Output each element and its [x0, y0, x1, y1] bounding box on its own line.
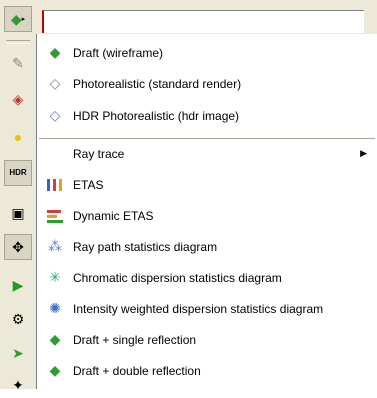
tool-icon: ✦: [12, 377, 24, 393]
submenu-arrow-icon: ▶: [360, 148, 367, 158]
hdr-button[interactable]: HDR: [4, 160, 32, 186]
green-gem-icon: ◆: [10, 11, 22, 27]
hdr-gem-icon: ◇: [49, 107, 61, 123]
menu-item-draft-double[interactable]: ◆ Draft + double reflection: [37, 355, 377, 386]
menu-item-photorealistic[interactable]: ◇ Photorealistic (standard render): [37, 68, 377, 99]
wrench-icon: ✎: [12, 55, 24, 71]
dropdown-arrow-icon: ▸: [21, 15, 26, 23]
draft-gem-icon: ◆: [49, 44, 61, 60]
ray-path-icon: ⁂: [48, 238, 62, 254]
menu-item-chromatic[interactable]: ✳ Chromatic dispersion statistics diagra…: [37, 262, 377, 293]
render-mode-button[interactable]: ◆ ▸: [4, 6, 32, 32]
window-top-strip: [36, 0, 377, 35]
play-icon: ▶: [12, 277, 24, 293]
dynamic-etas-icon: [45, 206, 65, 226]
green-arrow-icon: ➤: [12, 345, 24, 361]
menu-item-label: HDR Photorealistic (hdr image): [73, 108, 240, 123]
menu-item-label: Dynamic ETAS: [73, 208, 154, 223]
camera-button[interactable]: ▣: [4, 200, 32, 226]
photoreal-gem-icon: ◇: [49, 75, 61, 91]
menu-item-label: Intensity weighted dispersion statistics…: [73, 301, 324, 316]
tool-button-1[interactable]: ✎: [4, 50, 32, 76]
menu-item-label: Ray path statistics diagram: [73, 239, 218, 254]
move-icon: ✥: [12, 239, 24, 255]
play-button[interactable]: ▶: [4, 272, 32, 298]
menu-item-draft-single[interactable]: ◆ Draft + single reflection: [37, 324, 377, 355]
menu-item-ray-trace[interactable]: Ray trace ▶: [37, 138, 377, 169]
render-mode-menu: ◆ Draft (wireframe) ◇ Photorealistic (st…: [36, 34, 377, 389]
menu-item-ray-path[interactable]: ⁂ Ray path statistics diagram: [37, 231, 377, 262]
menu-item-label: Ray trace: [73, 146, 125, 161]
etas-icon: [45, 175, 65, 195]
tool-button-6[interactable]: ✦: [4, 372, 32, 398]
tool-button-3[interactable]: ●: [4, 124, 32, 150]
light-icon: ●: [13, 129, 23, 145]
draft-double-icon: ◆: [49, 362, 61, 378]
chromatic-icon: ✳: [49, 269, 61, 285]
move-button[interactable]: ✥: [4, 234, 32, 260]
tool-button-5[interactable]: ➤: [4, 340, 32, 366]
tool-button-4[interactable]: ⚙: [4, 306, 32, 332]
menu-item-label: ETAS: [73, 177, 104, 192]
intensity-icon: ✺: [49, 300, 61, 316]
menu-item-intensity[interactable]: ✺ Intensity weighted dispersion statisti…: [37, 293, 377, 324]
left-toolbar: ◆ ▸ ✎ ◈ ● HDR ▣ ✥ ▶ ⚙ ➤ ✦: [0, 0, 37, 392]
menu-item-draft-wireframe[interactable]: ◆ Draft (wireframe): [37, 37, 377, 68]
menu-item-hdr-photorealistic[interactable]: ◇ HDR Photorealistic (hdr image): [37, 100, 377, 131]
gem-tool-icon: ◈: [12, 91, 24, 107]
camera-icon: ▣: [11, 205, 25, 221]
menu-item-label: Draft + single reflection: [73, 332, 197, 347]
viewport-frame: [42, 10, 364, 33]
tool-button-2[interactable]: ◈: [4, 86, 32, 112]
machine-icon: ⚙: [11, 311, 25, 327]
menu-item-etas[interactable]: ETAS: [37, 169, 377, 200]
toolbar-separator: [6, 40, 30, 44]
menu-item-label: Chromatic dispersion statistics diagram: [73, 270, 282, 285]
menu-item-label: Draft + double reflection: [73, 363, 201, 378]
menu-item-label: Draft (wireframe): [73, 45, 164, 60]
hdr-label: HDR: [9, 168, 27, 177]
menu-item-dynamic-etas[interactable]: Dynamic ETAS: [37, 200, 377, 231]
draft-single-icon: ◆: [49, 331, 61, 347]
menu-item-label: Photorealistic (standard render): [73, 76, 242, 91]
